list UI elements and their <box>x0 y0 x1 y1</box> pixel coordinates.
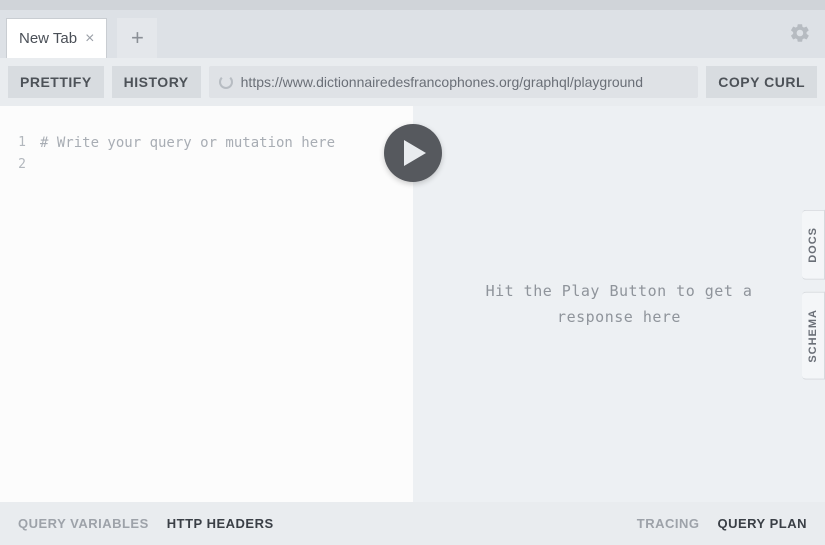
close-icon[interactable]: × <box>85 31 94 47</box>
bottom-left: QUERY VARIABLES HTTP HEADERS <box>0 502 413 545</box>
toolbar: PRETTIFY HISTORY https://www.dictionnair… <box>0 58 825 106</box>
tab-http-headers[interactable]: HTTP HEADERS <box>167 516 274 531</box>
query-editor[interactable]: # Write your query or mutation here <box>34 106 413 502</box>
window-top-strip <box>0 0 825 10</box>
play-icon <box>404 140 426 166</box>
prettify-button[interactable]: PRETTIFY <box>8 66 104 98</box>
settings-button[interactable] <box>789 22 811 49</box>
main-area: 1 2 # Write your query or mutation here … <box>0 106 825 502</box>
tab-tracing[interactable]: TRACING <box>637 516 700 531</box>
editor-placeholder: # Write your query or mutation here <box>40 135 335 151</box>
bottom-right: TRACING QUERY PLAN <box>413 502 825 545</box>
add-tab-button[interactable]: + <box>117 18 157 58</box>
line-gutter: 1 2 <box>0 106 34 502</box>
schema-tab[interactable]: SCHEMA <box>802 292 825 380</box>
loading-icon <box>219 75 233 89</box>
line-number: 1 <box>0 132 26 154</box>
url-input[interactable]: https://www.dictionnairedesfrancophones.… <box>209 66 699 98</box>
tab-query-variables[interactable]: QUERY VARIABLES <box>18 516 149 531</box>
response-placeholder: Hit the Play Button to get a response he… <box>453 278 785 330</box>
tab-new[interactable]: New Tab × <box>6 18 107 58</box>
plus-icon: + <box>131 25 144 51</box>
url-text: https://www.dictionnairedesfrancophones.… <box>241 74 643 90</box>
bottom-bar: QUERY VARIABLES HTTP HEADERS TRACING QUE… <box>0 502 825 545</box>
side-tabs: DOCS SCHEMA <box>802 210 825 391</box>
editor-pane: 1 2 # Write your query or mutation here <box>0 106 413 502</box>
tab-bar: New Tab × + <box>0 10 825 58</box>
gear-icon <box>789 22 811 44</box>
response-pane: Hit the Play Button to get a response he… <box>413 106 825 502</box>
tab-label: New Tab <box>19 30 77 47</box>
play-button[interactable] <box>384 124 442 182</box>
copy-curl-button[interactable]: COPY CURL <box>706 66 817 98</box>
tab-query-plan[interactable]: QUERY PLAN <box>717 516 807 531</box>
line-number: 2 <box>0 154 26 176</box>
docs-tab[interactable]: DOCS <box>802 210 825 280</box>
history-button[interactable]: HISTORY <box>112 66 201 98</box>
